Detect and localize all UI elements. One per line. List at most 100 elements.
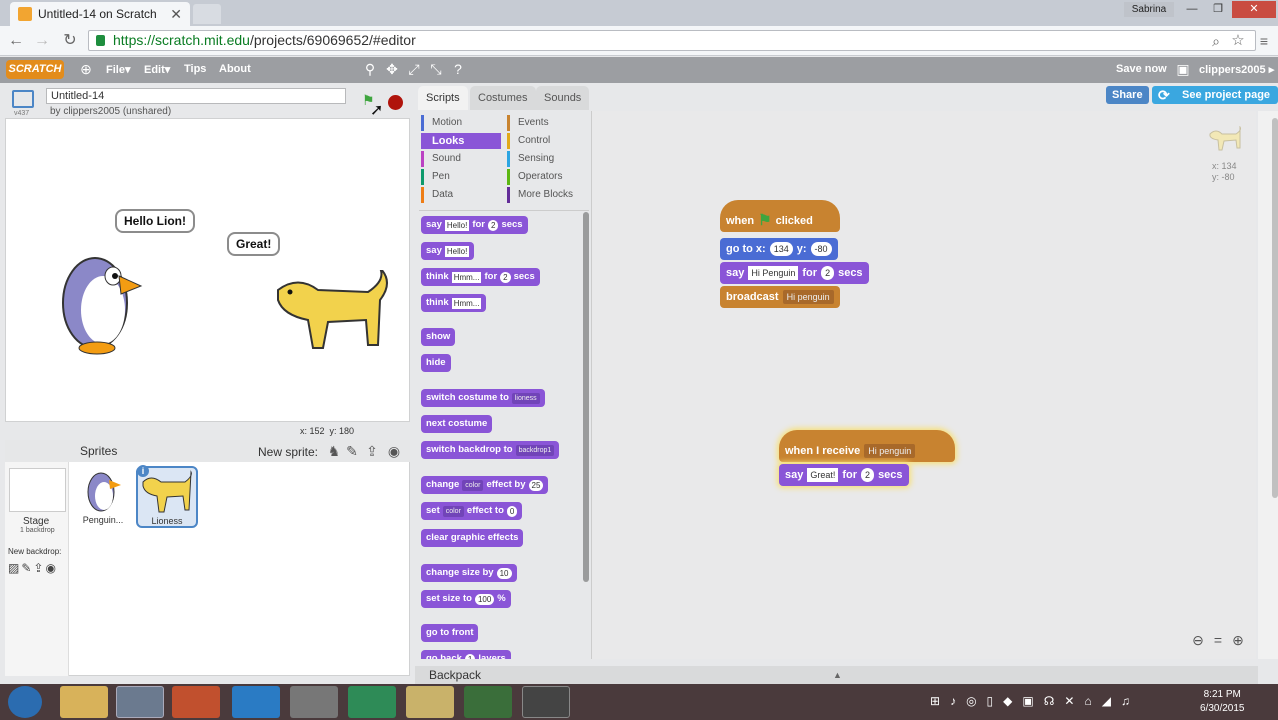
block-input[interactable]: Hmm... [451, 297, 482, 309]
paint-backdrop-icon[interactable]: ✎ [21, 561, 33, 575]
block-go-back-layers[interactable]: go back 1 layers [421, 650, 511, 659]
menu-tips[interactable]: Tips [184, 63, 206, 75]
stop-sign-icon[interactable] [388, 95, 403, 110]
block-go-to-front[interactable]: go to front [421, 624, 479, 642]
chrome-menu-icon[interactable]: ≡ [1254, 31, 1274, 51]
menu-about[interactable]: About [219, 63, 251, 75]
block-dropdown[interactable]: Hi penguin [864, 444, 916, 458]
block-number-input[interactable]: 10 [496, 567, 512, 579]
forward-icon[interactable]: → [32, 31, 52, 51]
category-motion[interactable]: Motion [421, 115, 501, 131]
tray-app-icon[interactable]: ✕ [1064, 694, 1074, 710]
block-show[interactable]: show [421, 328, 456, 346]
taskbar-app-icon[interactable] [464, 686, 512, 718]
penguin-sprite[interactable] [55, 248, 145, 358]
tray-volume-icon[interactable]: ♫ [1121, 694, 1130, 710]
block-say[interactable]: say Hello! [421, 242, 475, 260]
taskbar-app-icon[interactable] [348, 686, 396, 718]
upload-sprite-icon[interactable]: ⇪ [364, 443, 380, 459]
script2-when-i-receive[interactable]: when I receive Hi penguin [779, 440, 921, 462]
tab-sounds[interactable]: Sounds [536, 86, 590, 110]
category-sound[interactable]: Sound [421, 151, 501, 167]
block-number-input[interactable]: 0 [506, 505, 518, 517]
tray-bell-icon[interactable]: ♪ [950, 694, 956, 710]
camera-sprite-icon[interactable]: ◉ [386, 443, 402, 459]
scratch-logo[interactable]: SCRATCH [6, 60, 64, 79]
tray-headset-icon[interactable]: ☊ [1044, 694, 1055, 710]
project-title-input[interactable]: Untitled-14 [46, 88, 346, 104]
tray-app-icon[interactable]: ▣ [1022, 694, 1033, 710]
zoom-in-icon[interactable]: ⊕ [1230, 632, 1246, 648]
tray-windows-icon[interactable]: ⊞ [930, 694, 940, 710]
block-input[interactable]: Great! [807, 468, 839, 482]
block-change-effect[interactable]: change color effect by 25 [421, 476, 549, 494]
script1-when-flag-clicked[interactable]: when ⚑ clicked [720, 210, 819, 232]
script1-say-for-secs[interactable]: say Hi Penguin for 2 secs [720, 262, 869, 284]
paint-sprite-icon[interactable]: ✎ [344, 443, 360, 459]
category-operators[interactable]: Operators [507, 169, 587, 185]
block-switch-costume[interactable]: switch costume to lioness [421, 389, 545, 407]
save-now-link[interactable]: Save now [1116, 63, 1167, 75]
block-input[interactable]: Hi Penguin [748, 266, 799, 280]
category-pen[interactable]: Pen [421, 169, 501, 185]
block-dropdown[interactable]: color [462, 479, 484, 491]
block-change-size[interactable]: change size by 10 [421, 564, 517, 582]
taskbar-app-icon[interactable] [522, 686, 570, 718]
tray-signal-icon[interactable]: ◢ [1102, 694, 1111, 710]
taskbar-clock[interactable]: 8:21 PM 6/30/2015 [1200, 688, 1245, 716]
backpack-bar[interactable]: Backpack ▲ [415, 666, 1258, 684]
tray-app-icon[interactable]: ◆ [1003, 694, 1012, 710]
menu-file[interactable]: File▾ [106, 63, 130, 76]
block-set-size[interactable]: set size to 100% [421, 590, 511, 608]
block-next-costume[interactable]: next costume [421, 415, 493, 433]
taskbar-explorer-icon[interactable] [60, 686, 108, 718]
block-input[interactable]: Hmm... [451, 271, 482, 283]
category-sensing[interactable]: Sensing [507, 151, 587, 167]
camera-backdrop-icon[interactable]: ◉ [45, 561, 57, 575]
tray-chrome-icon[interactable]: ◎ [966, 694, 976, 710]
stage-thumbnail[interactable] [9, 468, 66, 512]
tray-network-icon[interactable]: ⌂ [1084, 694, 1091, 710]
block-say-for-secs[interactable]: say Hello! for 2 secs [421, 216, 528, 234]
block-number-input[interactable]: 1 [464, 653, 476, 659]
language-globe-icon[interactable]: ⊕ [78, 61, 94, 77]
block-number-input[interactable]: 25 [528, 479, 544, 491]
back-icon[interactable]: ← [6, 31, 26, 51]
block-set-effect[interactable]: set color effect to 0 [421, 502, 523, 520]
grow-tool-icon[interactable]: ⤢ [406, 61, 422, 77]
taskbar-app-icon[interactable] [290, 686, 338, 718]
reload-icon[interactable]: ↻ [60, 31, 80, 51]
script1-go-to-xy[interactable]: go to x: 134 y: -80 [720, 238, 838, 260]
block-number-input[interactable]: -80 [810, 242, 832, 256]
address-bar[interactable]: https://scratch.mit.edu/projects/6906965… [88, 30, 1256, 51]
category-more-blocks[interactable]: More Blocks [507, 187, 587, 203]
browser-tab[interactable]: Untitled-14 on Scratch ✕ [10, 2, 190, 26]
choose-sprite-library-icon[interactable]: ♞ [326, 443, 342, 459]
taskbar-ie-icon[interactable] [232, 686, 280, 718]
block-number-input[interactable]: 2 [821, 266, 835, 280]
close-window-icon[interactable]: ✕ [1232, 1, 1276, 18]
palette-scrollbar[interactable] [583, 212, 589, 582]
block-input[interactable]: Hello! [444, 245, 470, 257]
block-think[interactable]: think Hmm... [421, 294, 487, 312]
category-looks[interactable]: Looks [421, 133, 501, 149]
zoom-search-icon[interactable]: ⌕ [1206, 31, 1226, 51]
block-clear-graphic-effects[interactable]: clear graphic effects [421, 529, 524, 547]
bookmark-star-icon[interactable]: ☆ [1228, 31, 1248, 51]
tab-costumes[interactable]: Costumes [470, 86, 536, 110]
zoom-reset-icon[interactable]: = [1210, 632, 1226, 648]
block-dropdown[interactable]: lioness [511, 392, 540, 404]
delete-tool-icon[interactable]: ✥ [384, 61, 400, 77]
share-button[interactable]: Share [1106, 86, 1149, 104]
block-dropdown[interactable]: color [442, 505, 464, 517]
user-menu[interactable]: clippers2005 ▸ [1199, 63, 1274, 76]
block-dropdown[interactable]: Hi penguin [782, 290, 834, 304]
close-tab-icon[interactable]: ✕ [170, 6, 182, 23]
category-control[interactable]: Control [507, 133, 587, 149]
help-tool-icon[interactable]: ? [450, 61, 466, 77]
block-switch-backdrop[interactable]: switch backdrop to backdrop1 [421, 441, 560, 459]
duplicate-tool-icon[interactable]: ⚲ [362, 61, 378, 77]
menu-edit[interactable]: Edit▾ [144, 63, 170, 76]
block-think-for-secs[interactable]: think Hmm... for 2 secs [421, 268, 540, 286]
block-number-input[interactable]: 2 [861, 468, 875, 482]
